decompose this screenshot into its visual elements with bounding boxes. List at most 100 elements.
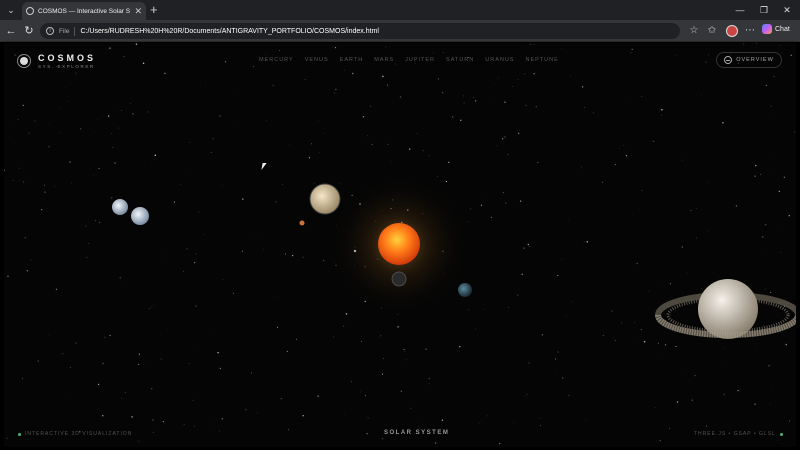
planet-uranus[interactable] [112, 199, 128, 215]
star [768, 364, 770, 367]
star [194, 425, 195, 427]
planet-dark[interactable] [391, 271, 407, 287]
restore-button[interactable]: ❐ [754, 2, 774, 18]
star [629, 97, 631, 99]
star [218, 430, 220, 432]
favorites-icon[interactable]: ✩ [706, 25, 718, 37]
star [245, 409, 247, 411]
tab-close-icon[interactable]: ✕ [134, 6, 142, 17]
star [490, 216, 492, 218]
star [19, 180, 20, 181]
star [537, 161, 539, 164]
planet-saturn[interactable] [655, 279, 796, 339]
planet-mercury[interactable] [353, 249, 357, 253]
star [71, 182, 73, 184]
star [785, 343, 787, 346]
nav-item-neptune[interactable]: NEPTUNE [525, 57, 558, 63]
star [422, 150, 424, 152]
star [111, 197, 113, 199]
sun[interactable] [378, 223, 420, 265]
back-button[interactable]: ← [4, 24, 18, 38]
star [117, 127, 119, 129]
star [280, 397, 282, 400]
star [381, 437, 384, 440]
brand-name: COSMOS [38, 53, 97, 63]
solar-system-viewport[interactable]: COSMOS SYS. EXPLORER MERCURY VENUS EARTH… [4, 43, 796, 447]
chat-button[interactable]: Chat [762, 24, 790, 34]
star [540, 425, 542, 426]
star [60, 132, 61, 133]
reload-button[interactable]: ↻ [22, 24, 36, 38]
star [397, 326, 399, 328]
star [442, 92, 444, 94]
star [342, 325, 345, 327]
bookmark-star-icon[interactable]: ☆ [688, 25, 700, 37]
star [654, 407, 656, 408]
scheme-label: File [59, 27, 70, 35]
nav-item-mars[interactable]: MARS [374, 57, 394, 63]
star [586, 241, 588, 243]
star [302, 256, 304, 258]
star [210, 152, 212, 153]
browser-tab[interactable]: COSMOS — Interactive Solar Syste ✕ [22, 2, 146, 20]
info-icon[interactable]: i [46, 27, 54, 35]
star [648, 290, 650, 292]
tab-list-dropdown-icon[interactable]: ⌄ [4, 3, 18, 17]
nav-item-venus[interactable]: VENUS [305, 57, 329, 63]
more-menu-icon[interactable]: ⋯ [744, 25, 756, 37]
profile-avatar[interactable] [726, 25, 738, 37]
minimize-button[interactable]: — [730, 2, 750, 18]
star [708, 54, 709, 56]
nav-item-jupiter[interactable]: JUPITER [405, 57, 435, 63]
space-scene[interactable] [4, 43, 796, 447]
star [556, 372, 557, 374]
star [681, 246, 683, 248]
star [583, 241, 585, 243]
star [102, 362, 104, 365]
star [334, 47, 337, 49]
star [448, 161, 450, 163]
star [381, 373, 384, 375]
star [6, 437, 8, 439]
star [345, 313, 348, 315]
star [571, 300, 573, 302]
url-text[interactable]: C:/Users/RUDRESH%20H%20R/Documents/ANTIG… [80, 28, 378, 35]
star [4, 169, 6, 171]
star [554, 358, 557, 360]
address-bar[interactable]: i File C:/Users/RUDRESH%20H%20R/Document… [40, 23, 680, 39]
planet-earth[interactable] [458, 283, 472, 297]
nav-item-saturn[interactable]: SATURN [446, 57, 474, 63]
nav-item-earth[interactable]: EARTH [340, 57, 364, 63]
planet-venus[interactable] [309, 183, 341, 215]
star [164, 72, 166, 74]
nav-item-uranus[interactable]: URANUS [485, 57, 514, 63]
copilot-icon [762, 24, 772, 34]
overview-button[interactable]: OVERVIEW [716, 52, 782, 68]
star [62, 353, 64, 355]
star [44, 191, 46, 193]
star [351, 72, 354, 75]
browser-toolbar: ← ↻ i File C:/Users/RUDRESH%20H%20R/Docu… [0, 20, 800, 42]
brand-logo[interactable]: COSMOS SYS. EXPLORER [20, 53, 96, 69]
close-window-button[interactable]: ✕ [777, 2, 797, 18]
star [121, 397, 123, 399]
star [487, 197, 488, 199]
planet-neptune[interactable] [131, 207, 149, 225]
star [364, 394, 366, 396]
star [460, 119, 462, 121]
star [416, 133, 418, 134]
star [623, 145, 625, 146]
star [263, 248, 264, 250]
star [441, 419, 444, 421]
star [242, 198, 244, 200]
globe-icon [26, 7, 34, 15]
new-tab-button[interactable]: + [150, 2, 158, 18]
nav-item-mercury[interactable]: MERCURY [259, 57, 294, 63]
star [428, 377, 431, 380]
star [335, 88, 337, 90]
planet-mars[interactable] [299, 220, 305, 226]
overview-label: OVERVIEW [736, 57, 774, 63]
star [160, 358, 162, 360]
star [94, 131, 96, 133]
star [26, 270, 28, 272]
